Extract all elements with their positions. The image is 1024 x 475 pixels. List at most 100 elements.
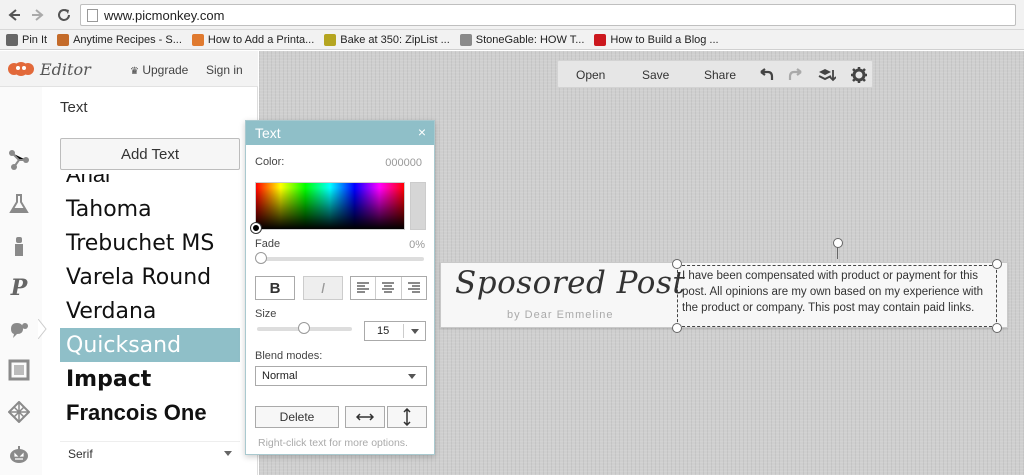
add-text-button[interactable]: Add Text (60, 138, 240, 170)
resize-handle-top-left[interactable] (672, 259, 682, 269)
bookmark-item[interactable]: How to Add a Printa... (191, 33, 315, 46)
size-slider-knob[interactable] (298, 322, 310, 334)
bookmark-item[interactable]: Bake at 350: ZipList ... (324, 33, 450, 46)
open-button[interactable]: Open (576, 68, 605, 82)
touch-up-icon[interactable] (6, 233, 32, 259)
forward-arrow-icon (32, 9, 44, 21)
font-option[interactable]: Tahoma (60, 192, 240, 226)
bookmark-item[interactable]: StoneGable: HOW T... (459, 33, 584, 46)
size-select[interactable]: 15 (364, 321, 426, 341)
resize-handle-top-right[interactable] (992, 259, 1002, 269)
layers-icon[interactable] (818, 66, 836, 84)
fade-slider-track[interactable] (259, 257, 424, 261)
align-right-icon (407, 282, 420, 293)
monkey-logo-icon (8, 62, 34, 76)
frames-icon[interactable] (6, 357, 32, 383)
upgrade-link[interactable]: ♛ Upgrade (130, 63, 188, 77)
sponsored-post-image[interactable]: Sposored Post by Dear Emmeline I have be… (440, 259, 1008, 333)
editor-sidebar: Editor ♛ Upgrade Sign in P Text Add Text… (0, 51, 258, 475)
chevron-down-icon (411, 329, 419, 334)
font-option[interactable]: Quicksand (60, 328, 240, 362)
color-picker-handle[interactable] (251, 223, 261, 233)
fade-slider-knob[interactable] (255, 252, 267, 264)
bookmarks-bar: Pin It Anytime Recipes - S... How to Add a… (0, 30, 1024, 50)
bookmark-label: Pin It (22, 33, 48, 46)
font-option[interactable]: Trebuchet MS (60, 226, 240, 260)
ziplist-icon (324, 33, 337, 46)
blend-modes-select[interactable]: Normal (255, 366, 427, 386)
top-toolbar: Open Save Share (557, 60, 873, 88)
basic-edits-icon[interactable] (6, 147, 32, 173)
flip-horizontal-button[interactable] (345, 406, 385, 428)
themes-pumpkin-icon[interactable] (6, 441, 32, 467)
chevron-down-icon (408, 374, 416, 379)
text-icon[interactable]: P (6, 275, 32, 301)
overlays-icon[interactable] (6, 317, 32, 343)
align-left-button[interactable] (351, 277, 377, 299)
back-button[interactable] (4, 5, 24, 25)
bookmark-label: How to Add a Printa... (207, 33, 315, 46)
bookmark-label: How to Build a Blog ... (610, 33, 719, 46)
banner-byline: by Dear Emmeline (507, 309, 614, 321)
flip-vertical-icon (403, 408, 411, 426)
align-center-icon (382, 282, 395, 293)
undo-icon[interactable] (757, 66, 775, 84)
resize-handle-bottom-right[interactable] (992, 323, 1002, 333)
save-button[interactable]: Save (642, 68, 669, 82)
align-center-button[interactable] (376, 277, 402, 299)
color-spectrum-picker[interactable] (255, 182, 405, 230)
dialog-title: Text (255, 125, 281, 141)
blog-icon (191, 33, 204, 46)
font-option[interactable]: Verdana (60, 294, 240, 328)
recipe-icon (57, 33, 70, 46)
banner-title: Sposored Post (455, 265, 686, 301)
fade-value: 0% (409, 239, 425, 251)
active-tool-pointer-icon (38, 319, 47, 339)
close-icon[interactable]: × (418, 124, 426, 140)
back-arrow-icon (8, 9, 20, 21)
font-list[interactable]: Arial Tahoma Trebuchet MS Varela Round Verda… (60, 174, 240, 438)
editor-header: Editor ♛ Upgrade Sign in (0, 51, 258, 87)
bookmark-item[interactable]: How to Build a Blog ... (594, 33, 719, 46)
delete-button[interactable]: Delete (255, 406, 339, 428)
address-bar[interactable]: www.picmonkey.com (80, 4, 1016, 26)
font-option[interactable]: Arial (60, 174, 240, 192)
color-swatch-bar[interactable] (410, 182, 426, 230)
selected-text-box[interactable]: I have been compensated with product or … (677, 265, 997, 327)
text-dialog: Text × Color: 000000 Fade 0% B I Size 15… (245, 120, 435, 455)
font-option[interactable]: Impact (60, 362, 240, 396)
font-option[interactable]: Varela Round (60, 260, 240, 294)
font-list-items: Arial Tahoma Trebuchet MS Varela Round Verda… (60, 174, 240, 430)
blend-modes-label: Blend modes: (255, 350, 323, 362)
flip-vertical-button[interactable] (387, 406, 427, 428)
resize-handle-bottom-left[interactable] (672, 323, 682, 333)
reload-button[interactable] (54, 5, 74, 25)
fade-label: Fade (255, 238, 281, 250)
bookmark-item[interactable]: Anytime Recipes - S... (57, 33, 182, 46)
share-button[interactable]: Share (704, 68, 736, 82)
dialog-header[interactable]: Text × (246, 121, 434, 145)
tool-rail: P (0, 87, 47, 475)
redo-icon[interactable] (787, 66, 805, 84)
align-left-icon (357, 282, 370, 293)
forward-button[interactable] (28, 5, 48, 25)
dialog-hint: Right-click text for more options. (258, 437, 408, 449)
bookmark-label: Bake at 350: ZipList ... (340, 33, 450, 46)
crown-icon: ♛ (130, 66, 139, 77)
alignment-group (350, 276, 427, 300)
italic-button[interactable]: I (303, 276, 343, 300)
align-right-button[interactable] (402, 277, 426, 299)
panel-title: Text (60, 99, 88, 116)
signin-link[interactable]: Sign in (206, 63, 243, 77)
rotate-handle[interactable] (833, 238, 843, 248)
color-hex-field[interactable]: 000000 (385, 157, 422, 169)
bold-button[interactable]: B (255, 276, 295, 300)
size-label: Size (255, 308, 277, 320)
font-option[interactable]: Francois One (60, 396, 240, 430)
gear-icon[interactable] (850, 66, 868, 84)
textures-icon[interactable] (6, 399, 32, 425)
effects-icon[interactable] (6, 191, 32, 217)
bookmark-item[interactable]: Pin It (6, 33, 48, 46)
size-value: 15 (377, 325, 390, 337)
font-category-select[interactable]: Serif (60, 441, 240, 465)
